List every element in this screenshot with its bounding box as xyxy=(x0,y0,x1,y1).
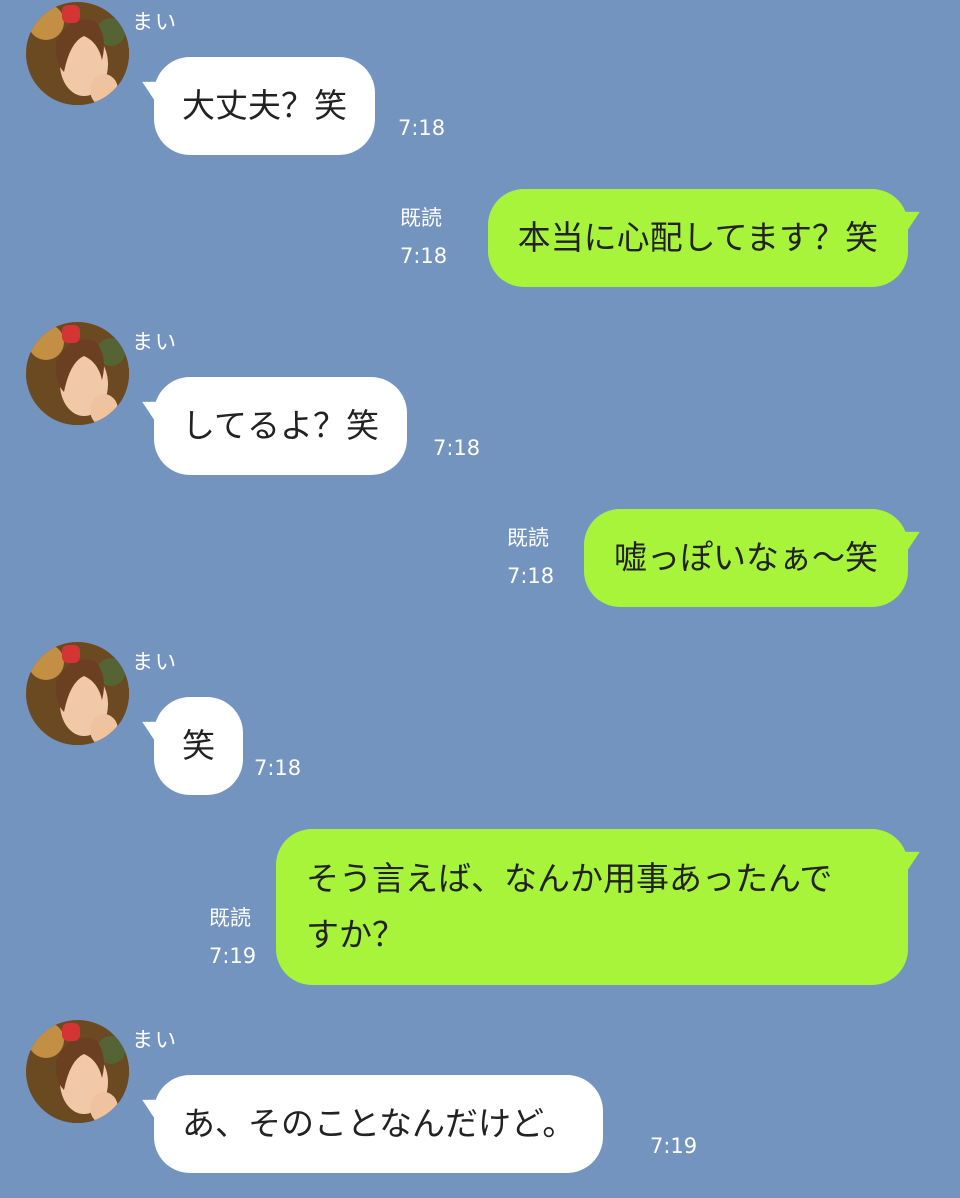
message-meta: 既読 7:18 xyxy=(400,199,447,275)
message-time: 7:19 xyxy=(209,944,257,968)
message-bubble[interactable]: そう言えば、なんか用事あったんで すか？ xyxy=(276,829,908,985)
message-time: 7:19 xyxy=(650,1134,698,1158)
message-line: そう言えば、なんか用事あったんで xyxy=(306,859,833,898)
chat-view[interactable]: まい 大丈夫？笑 7:18 既読 7:18 本当に心配してます？笑 まい してる… xyxy=(0,0,960,1198)
read-receipt: 既読 xyxy=(400,206,442,230)
incoming-message: まい あ、そのことなんだけど。 7:19 xyxy=(0,1020,960,1173)
message-time: 7:18 xyxy=(398,116,446,140)
outgoing-message: 既読 7:18 本当に心配してます？笑 xyxy=(0,189,960,287)
message-bubble[interactable]: 嘘っぽいなぁ〜笑 xyxy=(584,509,908,607)
message-bubble[interactable]: してるよ？笑 xyxy=(154,377,408,475)
outgoing-message: 既読 7:19 そう言えば、なんか用事あったんで すか？ xyxy=(0,829,960,985)
message-line: すか？ xyxy=(306,915,405,954)
incoming-message: まい 笑 7:18 xyxy=(0,642,960,795)
avatar[interactable] xyxy=(26,1020,129,1123)
avatar[interactable] xyxy=(26,642,129,745)
sender-name: まい xyxy=(132,650,178,674)
outgoing-message: 既読 7:18 嘘っぽいなぁ〜笑 xyxy=(0,509,960,607)
sender-name: まい xyxy=(132,10,178,34)
message-bubble[interactable]: 笑 xyxy=(154,697,243,795)
message-time: 7:18 xyxy=(433,436,481,460)
message-meta: 既読 7:19 xyxy=(209,899,256,975)
sender-name: まい xyxy=(132,1028,178,1052)
message-time: 7:18 xyxy=(254,756,302,780)
message-meta: 既読 7:18 xyxy=(507,519,554,595)
incoming-message: まい してるよ？笑 7:18 xyxy=(0,322,960,475)
read-receipt: 既読 xyxy=(209,906,251,930)
message-time: 7:18 xyxy=(507,564,555,588)
message-bubble[interactable]: あ、そのことなんだけど。 xyxy=(154,1075,604,1173)
incoming-message: まい 大丈夫？笑 7:18 xyxy=(0,2,960,155)
avatar[interactable] xyxy=(26,2,129,105)
message-time: 7:18 xyxy=(400,244,448,268)
sender-name: まい xyxy=(132,330,178,354)
message-bubble[interactable]: 本当に心配してます？笑 xyxy=(487,189,908,287)
avatar[interactable] xyxy=(26,322,129,425)
read-receipt: 既読 xyxy=(507,526,549,550)
message-bubble[interactable]: 大丈夫？笑 xyxy=(154,57,375,155)
